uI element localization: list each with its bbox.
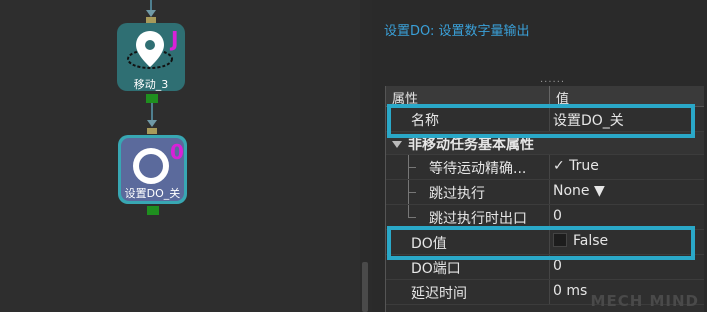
node-set-do-off[interactable]: 0 设置DO_关 [118, 135, 187, 204]
node2-body: 0 设置DO_关 [121, 138, 184, 201]
node2-badge: 0 [170, 140, 184, 164]
highlight-do-value-row [387, 226, 695, 260]
tree-branch [408, 167, 416, 168]
connection-wire-middle [151, 103, 153, 121]
node2-output-port[interactable] [147, 206, 159, 215]
row-divider [549, 280, 550, 304]
row-delay-value[interactable]: 0 ms [553, 283, 587, 299]
property-panel: 设置DO: 设置数字量输出 ...... 属性 值 名称 设置DO_关 非移动任… [372, 0, 707, 312]
node1-label: 移动_3 [133, 78, 169, 91]
row-wait-motion-value[interactable]: ✓ True [553, 158, 599, 174]
row-skip-exec-dropdown[interactable]: None ▼ [553, 183, 605, 199]
watermark-logo: MECH MIND [590, 292, 699, 310]
node2-input-port[interactable] [147, 128, 157, 134]
tree-branch [408, 217, 416, 218]
row-skip-exit-value[interactable]: 0 [553, 208, 562, 224]
collapse-triangle-icon[interactable] [392, 141, 402, 148]
node1-output-port[interactable] [146, 94, 158, 103]
node2-label: 设置DO_关 [124, 187, 181, 200]
row-wait-motion-label: 等待运动精确... [429, 161, 527, 177]
node-move-3[interactable]: J 移动_3 [117, 23, 185, 91]
tree-branch [408, 192, 416, 193]
row-wait-motion[interactable]: 等待运动精确... ✓ True [386, 155, 704, 180]
connection-arrow-middle [147, 120, 157, 127]
flow-canvas[interactable]: J 移动_3 0 设置DO_关 [0, 0, 368, 312]
panel-title: 设置DO: 设置数字量输出 [384, 24, 530, 39]
row-skip-exec-label: 跳过执行 [429, 186, 485, 202]
row-do-port-value[interactable]: 0 [553, 258, 562, 274]
canvas-scrollbar[interactable] [362, 262, 368, 312]
header-divider[interactable] [549, 86, 550, 106]
connection-arrow-top [146, 10, 156, 17]
row-delay-label: 延迟时间 [411, 286, 467, 302]
row-skip-exit-label: 跳过执行时出口 [429, 211, 527, 227]
node1-badge: J [171, 27, 179, 51]
panel-splitter-handle[interactable]: ...... [540, 74, 565, 85]
row-do-port-label: DO端口 [411, 261, 461, 277]
row-divider [549, 155, 550, 179]
row-skip-exec[interactable]: 跳过执行 None ▼ [386, 180, 704, 205]
highlight-name-row [387, 104, 695, 138]
row-divider [549, 180, 550, 204]
